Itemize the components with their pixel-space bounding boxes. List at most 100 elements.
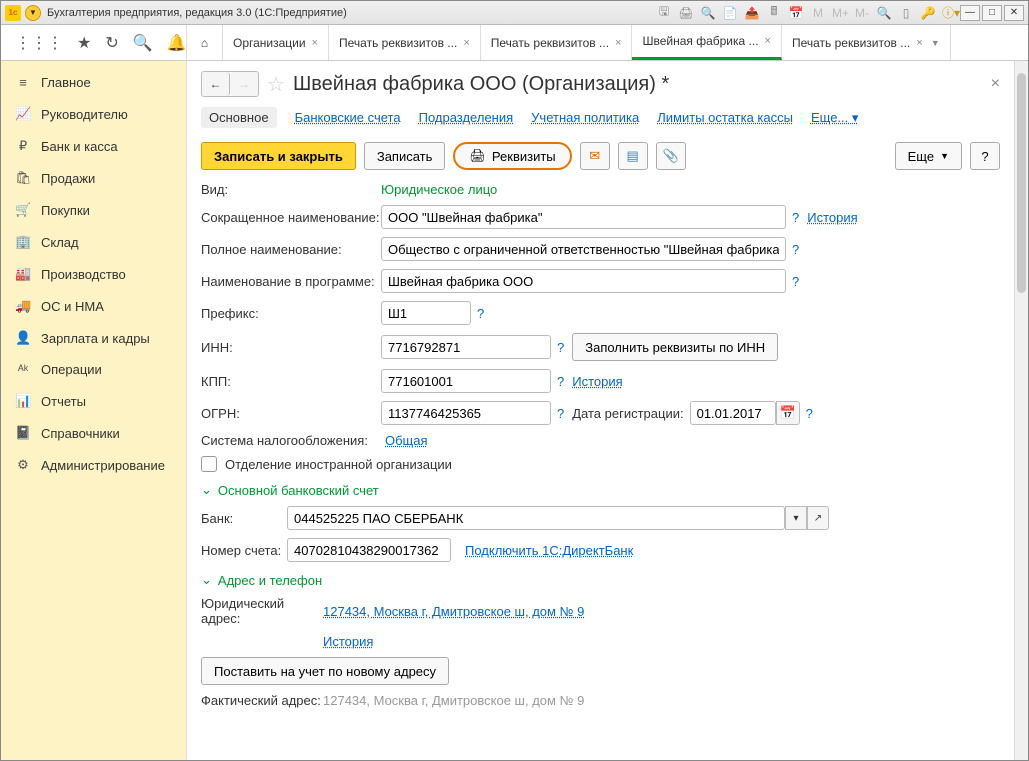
sidebar-item-manager[interactable]: 📈Руководителю bbox=[1, 98, 186, 130]
kpp-input[interactable] bbox=[381, 369, 551, 393]
tab-item[interactable]: Печать реквизитов ...× bbox=[481, 25, 633, 60]
bell-icon[interactable]: 🔔 bbox=[167, 33, 187, 53]
directbank-link[interactable]: Подключить 1С:ДиректБанк bbox=[465, 543, 633, 558]
scrollbar[interactable] bbox=[1014, 61, 1028, 760]
close-icon[interactable]: × bbox=[312, 37, 318, 49]
titlebar-dropdown[interactable]: ▼ bbox=[25, 5, 41, 21]
apps-icon[interactable]: ⋮⋮⋮ bbox=[15, 33, 63, 53]
dropdown-button[interactable]: ▾ bbox=[785, 506, 807, 530]
sidebar-item-assets[interactable]: 🚚ОС и НМА bbox=[1, 290, 186, 322]
save-close-button[interactable]: Записать и закрыть bbox=[201, 142, 356, 170]
history-link[interactable]: История bbox=[807, 210, 857, 225]
help-icon[interactable]: ? bbox=[557, 406, 564, 421]
foreign-checkbox[interactable] bbox=[201, 456, 217, 472]
attach-button[interactable]: 📎 bbox=[656, 142, 686, 170]
tax-link[interactable]: Общая bbox=[385, 433, 428, 448]
page-close-button[interactable]: × bbox=[991, 75, 1000, 93]
m-icon[interactable]: M bbox=[810, 6, 826, 20]
save-button[interactable]: Записать bbox=[364, 142, 446, 170]
section-bank-header[interactable]: ⌄Основной банковский счет bbox=[201, 482, 1000, 498]
panel-icon[interactable]: ▯ bbox=[898, 6, 914, 20]
calc-icon[interactable]: 🖩 bbox=[766, 2, 782, 23]
section-address-header[interactable]: ⌄Адрес и телефон bbox=[201, 572, 1000, 588]
calendar-icon[interactable]: 📅 bbox=[776, 401, 800, 425]
full-name-input[interactable] bbox=[381, 237, 786, 261]
tab-item[interactable]: Печать реквизитов ...×▼ bbox=[782, 25, 951, 60]
account-input[interactable] bbox=[287, 538, 451, 562]
history-icon[interactable]: ↻ bbox=[105, 33, 118, 53]
more-button[interactable]: Еще ▼ bbox=[895, 142, 962, 170]
tab-item-active[interactable]: Швейная фабрика ...× bbox=[632, 25, 782, 60]
requisites-button[interactable]: 🖨Реквизиты bbox=[453, 142, 571, 170]
subnav-dept[interactable]: Подразделения bbox=[419, 110, 514, 125]
prefix-input[interactable] bbox=[381, 301, 471, 325]
maximize-button[interactable]: □ bbox=[982, 5, 1002, 21]
forward-button[interactable]: → bbox=[230, 72, 258, 96]
doc-icon[interactable]: 📄 bbox=[722, 6, 738, 20]
subnav-limits[interactable]: Лимиты остатка кассы bbox=[657, 110, 793, 125]
sidebar-item-operations[interactable]: ᴬᵏОперации bbox=[1, 354, 186, 385]
m-minus-icon[interactable]: M- bbox=[854, 6, 870, 20]
close-icon[interactable]: × bbox=[463, 37, 469, 49]
help-icon[interactable]: ? bbox=[792, 274, 799, 289]
m-plus-icon[interactable]: M+ bbox=[832, 6, 848, 20]
help-icon[interactable]: ? bbox=[792, 242, 799, 257]
info-icon[interactable]: ⓘ▾ bbox=[942, 4, 958, 21]
key-icon[interactable]: 🔑 bbox=[920, 6, 936, 20]
sidebar-item-main[interactable]: ≡Главное bbox=[1, 67, 186, 98]
star-icon[interactable]: ★ bbox=[77, 33, 91, 53]
preview-icon[interactable]: 🔍 bbox=[700, 6, 716, 20]
open-button[interactable]: ↗ bbox=[807, 506, 829, 530]
chevron-down-icon[interactable]: ▼ bbox=[931, 38, 940, 48]
subnav-policy[interactable]: Учетная политика bbox=[531, 110, 639, 125]
register-new-address-button[interactable]: Поставить на учет по новому адресу bbox=[201, 657, 449, 685]
close-icon[interactable]: × bbox=[916, 37, 922, 49]
scrollbar-thumb[interactable] bbox=[1017, 73, 1026, 293]
help-icon[interactable]: ? bbox=[792, 210, 799, 225]
history-link[interactable]: История bbox=[572, 374, 622, 389]
help-button[interactable]: ? bbox=[970, 142, 1000, 170]
short-name-input[interactable] bbox=[381, 205, 786, 229]
prog-name-input[interactable] bbox=[381, 269, 786, 293]
help-icon[interactable]: ? bbox=[806, 406, 813, 421]
tab-home[interactable]: ⌂ bbox=[187, 25, 223, 60]
sidebar-item-reports[interactable]: 📊Отчеты bbox=[1, 385, 186, 417]
back-button[interactable]: ← bbox=[202, 72, 230, 96]
bank-input[interactable] bbox=[287, 506, 785, 530]
calendar-icon[interactable]: 📅 bbox=[788, 6, 804, 20]
list-button[interactable]: ▤ bbox=[618, 142, 648, 170]
help-icon[interactable]: ? bbox=[477, 306, 484, 321]
sidebar-item-refs[interactable]: 📓Справочники bbox=[1, 417, 186, 449]
tab-item[interactable]: Организации× bbox=[223, 25, 329, 60]
favorite-star-icon[interactable]: ☆ bbox=[267, 72, 285, 97]
close-button[interactable]: ✕ bbox=[1004, 5, 1024, 21]
subnav-bank[interactable]: Банковские счета bbox=[295, 110, 401, 125]
minimize-button[interactable]: — bbox=[960, 5, 980, 21]
subnav-main[interactable]: Основное bbox=[201, 107, 277, 128]
tab-item[interactable]: Печать реквизитов ...× bbox=[329, 25, 481, 60]
print-icon[interactable]: 🖨 bbox=[678, 6, 694, 20]
ogrn-input[interactable] bbox=[381, 401, 551, 425]
export-icon[interactable]: 📤 bbox=[744, 6, 760, 20]
mail-button[interactable]: ✉ bbox=[580, 142, 610, 170]
fill-inn-button[interactable]: Заполнить реквизиты по ИНН bbox=[572, 333, 778, 361]
close-icon[interactable]: × bbox=[615, 37, 621, 49]
sidebar-item-production[interactable]: 🏭Производство bbox=[1, 258, 186, 290]
sidebar-item-sales[interactable]: 🛍Продажи bbox=[1, 162, 186, 194]
sidebar-item-bank[interactable]: ₽Банк и касса bbox=[1, 130, 186, 162]
history-link[interactable]: История bbox=[323, 634, 373, 649]
inn-input[interactable] bbox=[381, 335, 551, 359]
sidebar-item-salary[interactable]: 👤Зарплата и кадры bbox=[1, 322, 186, 354]
subnav-more[interactable]: Еще... ▾ bbox=[811, 110, 858, 126]
zoom-icon[interactable]: 🔍 bbox=[876, 6, 892, 20]
close-icon[interactable]: × bbox=[765, 35, 771, 47]
save-icon[interactable]: 🖫 bbox=[656, 2, 672, 23]
sidebar-item-admin[interactable]: ⚙Администрирование bbox=[1, 449, 186, 481]
help-icon[interactable]: ? bbox=[557, 340, 564, 355]
sidebar-item-warehouse[interactable]: 🏢Склад bbox=[1, 226, 186, 258]
help-icon[interactable]: ? bbox=[557, 374, 564, 389]
search-icon[interactable]: 🔍 bbox=[133, 33, 153, 53]
legal-addr-link[interactable]: 127434, Москва г, Дмитровское ш, дом № 9 bbox=[323, 604, 584, 619]
sidebar-item-purchases[interactable]: 🛒Покупки bbox=[1, 194, 186, 226]
regdate-input[interactable] bbox=[690, 401, 776, 425]
